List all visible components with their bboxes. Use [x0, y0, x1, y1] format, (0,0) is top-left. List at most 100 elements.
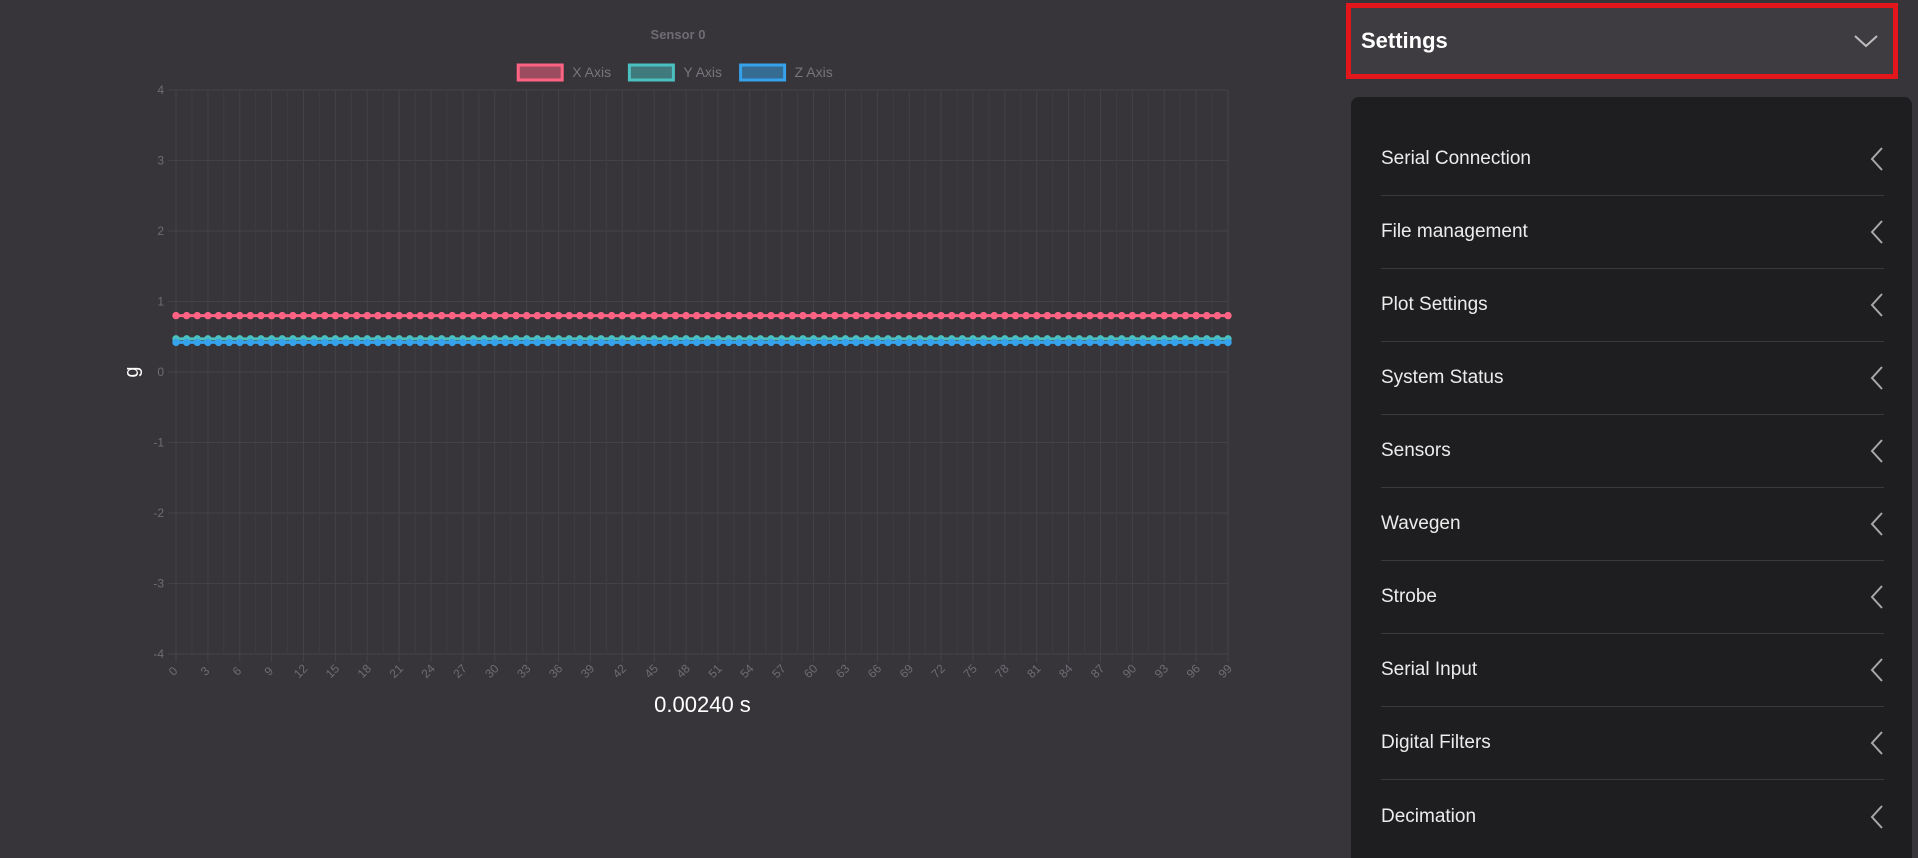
data-point [544, 338, 552, 347]
settings-item-serial-input[interactable]: Serial Input [1381, 634, 1884, 707]
settings-item-decimation[interactable]: Decimation [1381, 780, 1884, 853]
x-tick-label: 93 [1152, 661, 1172, 681]
data-point [586, 338, 595, 347]
data-point [650, 311, 658, 320]
chevron-down-icon [1853, 33, 1879, 49]
x-tick-label: 12 [291, 661, 311, 681]
data-point [267, 311, 276, 320]
data-point [884, 338, 892, 347]
y-tick-label: -3 [153, 577, 164, 591]
legend-item-0[interactable]: X Axis [516, 63, 611, 82]
data-point [1224, 311, 1232, 320]
settings-item-strobe[interactable]: Strobe [1381, 561, 1884, 634]
chevron-left-icon [1870, 219, 1884, 245]
chevron-left-icon [1870, 438, 1884, 464]
x-tick-label: 87 [1088, 661, 1108, 681]
x-tick-label: 75 [960, 661, 980, 681]
legend-swatch [739, 63, 787, 82]
data-point [841, 311, 850, 320]
data-point [1054, 311, 1062, 320]
x-tick-label: 30 [482, 661, 502, 681]
data-point [1192, 311, 1200, 320]
data-point [448, 338, 456, 347]
legend-item-1[interactable]: Y Axis [627, 63, 722, 82]
data-point [618, 311, 627, 320]
data-point [204, 338, 212, 347]
data-point [852, 311, 860, 320]
data-point [1096, 338, 1105, 347]
data-point [236, 311, 244, 320]
settings-item-label: Sensors [1381, 440, 1451, 461]
data-point [703, 338, 712, 347]
data-point [884, 311, 892, 320]
data-point [342, 311, 350, 320]
data-point [321, 338, 329, 347]
data-point [554, 311, 563, 320]
settings-item-label: Digital Filters [1381, 732, 1491, 753]
y-tick-label: 2 [157, 224, 164, 238]
data-point [926, 338, 935, 347]
data-point [969, 311, 977, 320]
settings-item-wavegen[interactable]: Wavegen [1381, 488, 1884, 561]
data-point [331, 338, 340, 347]
settings-title: Settings [1361, 28, 1448, 53]
data-point [469, 311, 478, 320]
x-tick-label: 51 [705, 661, 725, 681]
data-point [321, 311, 329, 320]
settings-item-label: System Status [1381, 367, 1504, 388]
settings-item-label: Wavegen [1381, 513, 1461, 534]
data-point [990, 311, 998, 320]
data-point [958, 338, 967, 347]
data-point [214, 311, 223, 320]
data-point [841, 338, 850, 347]
data-point [767, 338, 775, 347]
data-point [182, 311, 191, 320]
data-point [746, 338, 754, 347]
data-point [788, 311, 797, 320]
data-point [1118, 311, 1126, 320]
data-point [831, 311, 839, 320]
settings-item-system-status[interactable]: System Status [1381, 342, 1884, 415]
data-point [565, 338, 573, 347]
y-tick-label: 1 [157, 295, 164, 309]
data-point [937, 338, 945, 347]
data-point [894, 311, 903, 320]
settings-item-file-management[interactable]: File management [1381, 196, 1884, 269]
settings-item-serial-connection[interactable]: Serial Connection [1381, 123, 1884, 196]
data-point [629, 338, 637, 347]
data-point [661, 311, 669, 320]
y-tick-label: -2 [153, 506, 164, 520]
settings-collapse-toggle[interactable]: Settings [1346, 3, 1898, 79]
data-point [671, 311, 680, 320]
data-point [831, 338, 839, 347]
data-point [756, 338, 765, 347]
y-tick-label: 0 [157, 365, 164, 379]
data-point [1181, 311, 1190, 320]
data-point [1160, 311, 1168, 320]
x-tick-label: 90 [1120, 661, 1140, 681]
data-point [193, 338, 201, 347]
data-point [1022, 338, 1030, 347]
settings-item-sensors[interactable]: Sensors [1381, 415, 1884, 488]
chart-legend: X Axis Y Axis Z Axis [516, 63, 833, 82]
data-point [948, 311, 956, 320]
x-tick-label: 24 [419, 661, 439, 681]
chevron-left-icon [1870, 292, 1884, 318]
settings-item-digital-filters[interactable]: Digital Filters [1381, 707, 1884, 780]
chevron-left-icon [1870, 804, 1884, 830]
settings-item-label: File management [1381, 221, 1528, 242]
data-point [257, 311, 265, 320]
data-point [1064, 311, 1073, 320]
data-point [607, 338, 616, 347]
data-point [352, 338, 361, 347]
data-point [512, 311, 520, 320]
x-tick-label: 48 [674, 661, 694, 681]
data-point [1033, 338, 1041, 347]
chevron-left-icon [1870, 365, 1884, 391]
data-point [459, 311, 467, 320]
data-point [703, 311, 712, 320]
data-point [820, 311, 828, 320]
settings-item-plot-settings[interactable]: Plot Settings [1381, 269, 1884, 342]
legend-item-2[interactable]: Z Axis [739, 63, 833, 82]
data-point [533, 311, 541, 320]
